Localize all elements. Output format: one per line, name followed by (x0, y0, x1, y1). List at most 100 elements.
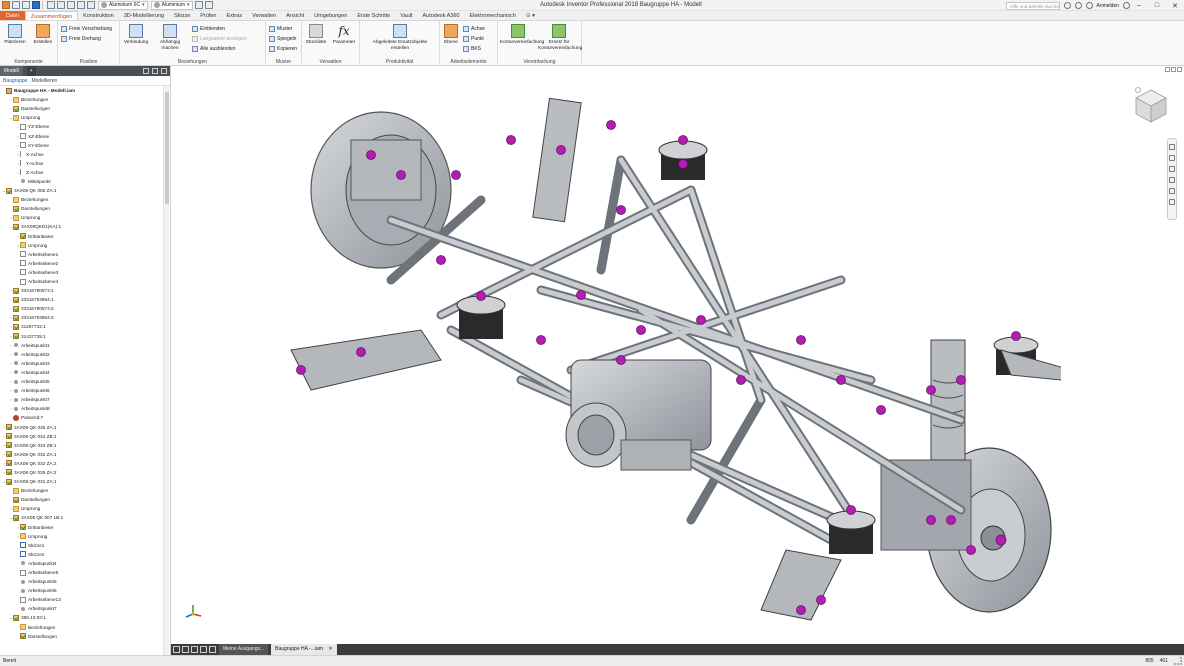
navbar-options-icon[interactable] (1169, 199, 1175, 205)
tree-row[interactable]: › XY-Ebene (0, 141, 162, 150)
tab-3d-modellierung[interactable]: 3D-Modellierung (119, 11, 169, 20)
tree-row[interactable]: Arbeitspunkt4 (0, 559, 162, 568)
browser-tab-modell[interactable]: Modell (0, 66, 23, 76)
tab-zusammenfuegen[interactable]: Zusammenfügen (24, 11, 79, 20)
tree-row[interactable]: › XZ-Ebene (0, 131, 162, 140)
group-label-produktivitaet[interactable]: Produktivität (360, 59, 439, 65)
mode-modellieren[interactable]: Modellieren (31, 78, 57, 84)
tab-konstruktion[interactable]: Konstruktion (78, 11, 119, 20)
tree-row[interactable]: › 3AX08 QK 035 ZA:2 (0, 468, 162, 477)
graphics-viewport[interactable] (171, 66, 1184, 644)
app-menu-icon[interactable] (2, 1, 10, 9)
tree-row[interactable]: Arbeitsebene3 (0, 268, 162, 277)
appearance-clear-icon[interactable] (194, 1, 203, 9)
tree-row[interactable]: › 3AX08 QK 035 ZA:1 (0, 422, 162, 431)
binoculars-icon[interactable] (1064, 2, 1072, 9)
tree-row[interactable]: › 33316793864:2 (0, 313, 162, 322)
appearance-combo[interactable]: Aluminium ▾ (150, 0, 193, 10)
langsam-anzeigen-button[interactable]: Langsamer anzeigen (192, 35, 247, 42)
tree-row[interactable]: › YZ-Ebene (0, 122, 162, 131)
tree-row[interactable]: Darstellungen (0, 632, 162, 641)
abhaengig-button[interactable]: Abhängig machen (152, 24, 188, 51)
menu-icon[interactable] (152, 68, 158, 74)
update-icon[interactable] (77, 1, 85, 9)
tab-extras[interactable]: Extras (221, 11, 247, 20)
viewcube[interactable] (1132, 86, 1170, 126)
tree-row[interactable]: ⌄ 389.13.03:1 (0, 613, 162, 622)
tree-row[interactable]: › Arbeitspunkt6 (0, 386, 162, 395)
viewport-minimize-icon[interactable] (1165, 67, 1170, 72)
tree-row[interactable]: Passend:7 (0, 413, 162, 422)
tree-row[interactable]: ⌄ 3AX08 QK 007 LB:1 (0, 513, 162, 522)
tree-row[interactable]: Mittelpunkt (0, 177, 162, 186)
look-at-icon[interactable] (1169, 188, 1175, 194)
tree-row[interactable]: › 33316790573:2 (0, 304, 162, 313)
signin-link[interactable]: Anmelden (1096, 3, 1119, 9)
home-icon[interactable] (209, 646, 216, 653)
tree-expander-icon[interactable]: › (9, 397, 13, 402)
tree-row[interactable]: › Drittanbieter (0, 523, 162, 532)
group-label-muster[interactable]: Muster (266, 59, 301, 65)
tree-row[interactable]: › 33316793864:1 (0, 295, 162, 304)
tab-erste-schritte[interactable]: Erste Schritte (352, 11, 395, 20)
tree-row[interactable]: › Arbeitspunkt7 (0, 395, 162, 404)
tree-row[interactable]: Beziehungen (0, 486, 162, 495)
resize-grip-icon[interactable] (1174, 657, 1182, 665)
tree-row[interactable]: Arbeitspunkt7 (0, 604, 162, 613)
tree-row[interactable]: ⌄ Ursprung (0, 113, 162, 122)
tree-row[interactable]: › Y-Achse (0, 159, 162, 168)
stueckliste-button[interactable]: Stückliste (304, 24, 328, 46)
kopieren-button[interactable]: Kopieren (269, 45, 297, 52)
ersatzobjekte-button[interactable]: Abgeleitete Ersatzobjekte erstellen (364, 24, 436, 51)
tree-row[interactable]: › Ursprung (0, 213, 162, 222)
tree-row[interactable]: › 33316790573:1 (0, 286, 162, 295)
tree-row[interactable]: ⌄ 3AX08QKD1(KA):1 (0, 222, 162, 231)
tree-row[interactable]: Skizze2 (0, 550, 162, 559)
tree-row[interactable]: › Ursprung (0, 504, 162, 513)
tree-row[interactable]: › Arbeitspunkt2 (0, 350, 162, 359)
konturvereinfachung-button[interactable]: Konturvereinfachung (500, 24, 544, 46)
tile-vertical-icon[interactable] (182, 646, 189, 653)
tab-ansicht[interactable]: Ansicht (281, 11, 309, 20)
help-icon[interactable] (1123, 2, 1130, 9)
erstellen-button[interactable]: Erstellen (31, 24, 55, 46)
group-label-verwalten[interactable]: Verwalten (302, 59, 359, 65)
open-file-icon[interactable] (22, 1, 30, 9)
close-icon[interactable] (161, 68, 167, 74)
parameter-button[interactable]: fx Parameter (332, 24, 356, 46)
tab-elektromechanisch[interactable]: Elektromechanisch (464, 11, 520, 20)
browser-scrollbar[interactable] (163, 86, 169, 656)
alle-ausblenden-button[interactable]: Alle ausblenden (192, 45, 236, 52)
ebene-button[interactable]: Ebene (441, 24, 461, 46)
tab-verwalten[interactable]: Verwalten (247, 11, 281, 20)
tree-row[interactable]: › Ursprung (0, 241, 162, 250)
browser-add-tab-button[interactable]: + (26, 66, 36, 76)
tree-row[interactable]: ⌄ 3AX08 QK 031 ZA:1 (0, 477, 162, 486)
arrange-icon[interactable] (200, 646, 207, 653)
doc-tab-baugruppe-ha[interactable]: Baugruppe HA -...iam ✕ (271, 644, 337, 655)
spiegeln-button[interactable]: Spiegeln (269, 35, 296, 42)
tree-row[interactable]: Beziehungen (0, 623, 162, 632)
tab-skizze[interactable]: Skizze (169, 11, 195, 20)
tree-row[interactable]: › Z-Achse (0, 168, 162, 177)
minimize-button[interactable]: – (1130, 2, 1148, 9)
doc-tab-meine-ausgangsbaugruppe[interactable]: Meine Ausgangs... (219, 644, 269, 655)
tree-row[interactable]: Arbeitspunkt6 (0, 586, 162, 595)
steering-wheel-icon[interactable] (1169, 144, 1175, 150)
ribbon-options-button[interactable]: ⊙ ▾ (521, 11, 540, 20)
group-label-komponente[interactable]: Komponente (0, 59, 57, 65)
tree-row[interactable]: Arbeitsebene5 (0, 568, 162, 577)
tree-row[interactable]: › 3AX08 QK 034 ZB:1 (0, 432, 162, 441)
tree-row[interactable]: › Drittanbieter (0, 232, 162, 241)
tile-horizontal-icon[interactable] (173, 646, 180, 653)
help-search-input[interactable]: Hilfe und Befehle durchsuchen... (1006, 1, 1061, 10)
tree-row[interactable]: Arbeitsebene4 (0, 277, 162, 286)
tree-row[interactable]: Baugruppe HA - Modell.iam (0, 86, 162, 95)
group-label-beziehungen[interactable]: Beziehungen (120, 59, 265, 65)
group-label-vereinfachung[interactable]: Vereinfachung (498, 59, 581, 65)
user-icon[interactable] (1086, 2, 1094, 9)
material-combo[interactable]: Aluminium 6C ▾ (98, 0, 148, 10)
group-label-position[interactable]: Position (58, 59, 119, 65)
tree-row[interactable]: › X-Achse (0, 150, 162, 159)
group-label-arbeitselemente[interactable]: Arbeitselemente (440, 59, 497, 65)
